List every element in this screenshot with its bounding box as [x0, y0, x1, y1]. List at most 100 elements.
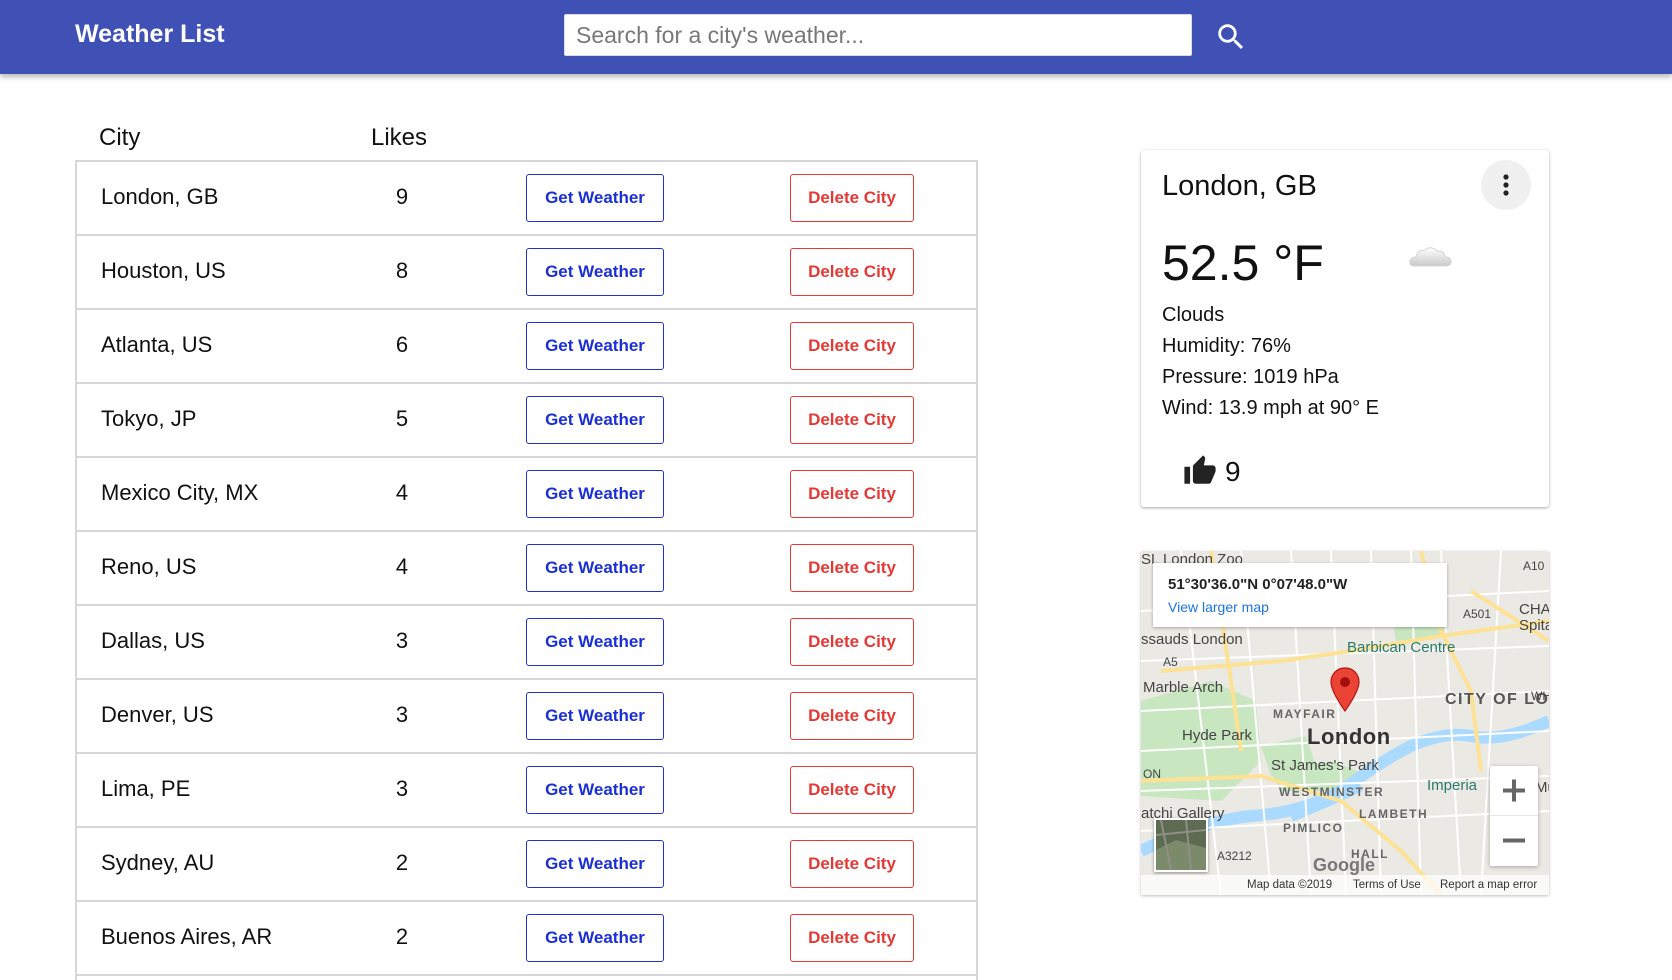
zoom-out-button[interactable]	[1490, 816, 1538, 865]
city-table: London, GB 9 Get Weather Delete City Houston…	[75, 160, 978, 980]
delete-city-button[interactable]: Delete City	[790, 174, 914, 222]
map-label-spita: Spita	[1519, 617, 1549, 634]
map-coordinates: 51°30'36.0"N 0°07'48.0"W	[1168, 576, 1348, 593]
map-label-a5: A5	[1163, 655, 1178, 669]
delete-city-button[interactable]: Delete City	[790, 914, 914, 962]
search-input[interactable]	[564, 14, 1192, 56]
row-city-name: Buenos Aires, AR	[101, 924, 273, 949]
row-city-name: London, GB	[101, 184, 219, 209]
get-weather-button[interactable]: Get Weather	[526, 618, 664, 666]
table-row: Denver, US 3 Get Weather Delete City	[77, 680, 976, 754]
map-data-credit: Map data ©2019	[1247, 879, 1333, 891]
row-likes-count: 5	[395, 406, 409, 431]
map-label-barbican: Barbican Centre	[1347, 639, 1456, 656]
satellite-toggle[interactable]	[1154, 818, 1208, 872]
get-weather-button[interactable]: Get Weather	[526, 544, 664, 592]
row-city-name: Atlanta, US	[101, 332, 213, 357]
map-label-pimlico: PIMLICO	[1283, 821, 1344, 835]
view-larger-map-link[interactable]: View larger map	[1168, 599, 1269, 615]
delete-city-button[interactable]: Delete City	[790, 692, 914, 740]
wind: Wind: 13.9 mph at 90° E	[1162, 397, 1380, 419]
table-row: Tokyo, JP 5 Get Weather Delete City	[77, 384, 976, 458]
get-weather-button[interactable]: Get Weather	[526, 840, 664, 888]
delete-city-button[interactable]: Delete City	[790, 322, 914, 370]
zoom-controls	[1490, 766, 1538, 866]
column-header-city: City	[99, 124, 141, 151]
terms-of-use-link[interactable]: Terms of Use	[1353, 879, 1421, 891]
map-label-mayfair: MAYFAIR	[1273, 707, 1337, 721]
row-city-name: Dallas, US	[101, 628, 205, 653]
satellite-thumbnail-icon	[1155, 819, 1207, 871]
weather-card: London, GB 52.5 °F Clouds Humidity: 76% …	[1141, 150, 1549, 507]
map-label-a3212: A3212	[1217, 849, 1252, 863]
row-city-name: Lima, PE	[101, 776, 191, 801]
get-weather-button[interactable]: Get Weather	[526, 322, 664, 370]
row-city-name: Reno, US	[101, 554, 197, 579]
table-row: Lima, PE 3 Get Weather Delete City	[77, 754, 976, 828]
more-vert-icon	[1503, 174, 1509, 196]
get-weather-button[interactable]: Get Weather	[526, 692, 664, 740]
delete-city-button[interactable]: Delete City	[790, 766, 914, 814]
plus-icon	[1503, 779, 1525, 802]
delete-city-button[interactable]: Delete City	[790, 396, 914, 444]
map-pin-icon[interactable]	[1329, 667, 1361, 713]
humidity: Humidity: 76%	[1162, 335, 1291, 357]
search-button[interactable]	[1214, 20, 1248, 54]
thumb-up-icon	[1184, 455, 1216, 484]
like-count: 9	[1225, 456, 1241, 487]
row-likes-count: 3	[395, 776, 409, 801]
map-label-tussauds: ssauds London	[1141, 631, 1243, 648]
get-weather-button[interactable]: Get Weather	[526, 248, 664, 296]
google-logo: Google	[1313, 855, 1375, 875]
table-row: London, GB 9 Get Weather Delete City	[77, 162, 976, 236]
get-weather-button[interactable]: Get Weather	[526, 396, 664, 444]
row-likes-count: 8	[395, 258, 409, 283]
minus-icon	[1503, 838, 1525, 843]
row-city-name: Denver, US	[101, 702, 214, 727]
table-row: Sydney, AU 2 Get Weather Delete City	[77, 828, 976, 902]
map-label-westminster: WESTMINSTER	[1279, 785, 1385, 799]
map-label-imperial: Imperia	[1427, 777, 1478, 794]
delete-city-button[interactable]: Delete City	[790, 618, 914, 666]
table-row: Buenos Aires, AR 2 Get Weather Delete City	[77, 902, 976, 976]
search-icon	[1218, 24, 1244, 50]
map-label-on: ON	[1143, 767, 1161, 781]
like-button[interactable]	[1183, 454, 1217, 488]
row-city-name: Tokyo, JP	[101, 406, 197, 431]
card-city-name: London, GB	[1162, 170, 1317, 202]
temperature: 52.5 °F	[1162, 235, 1324, 291]
map-label-cha: CHA	[1519, 601, 1549, 618]
row-likes-count: 3	[395, 702, 409, 727]
get-weather-button[interactable]: Get Weather	[526, 914, 664, 962]
delete-city-button[interactable]: Delete City	[790, 840, 914, 888]
cloud-icon	[1409, 247, 1452, 267]
row-likes-count: 2	[395, 924, 409, 949]
get-weather-button[interactable]: Get Weather	[526, 766, 664, 814]
delete-city-button[interactable]: Delete City	[790, 544, 914, 592]
row-likes-count: 2	[395, 850, 409, 875]
row-likes-count: 9	[395, 184, 409, 209]
column-header-likes: Likes	[371, 124, 428, 151]
table-row: Mexico City, MX 4 Get Weather Delete City	[77, 458, 976, 532]
delete-city-button[interactable]: Delete City	[790, 248, 914, 296]
table-row: Houston, US 8 Get Weather Delete City	[77, 236, 976, 310]
row-likes-count: 3	[395, 628, 409, 653]
table-row: Dallas, US 3 Get Weather Delete City	[77, 606, 976, 680]
report-map-error-link[interactable]: Report a map error	[1440, 879, 1537, 891]
get-weather-button[interactable]: Get Weather	[526, 470, 664, 518]
row-likes-count: 4	[395, 554, 409, 579]
card-menu-button[interactable]	[1481, 160, 1531, 210]
delete-city-button[interactable]: Delete City	[790, 470, 914, 518]
map-label-hyde-park: Hyde Park	[1182, 727, 1253, 744]
get-weather-button[interactable]: Get Weather	[526, 174, 664, 222]
map-label-a10: A10	[1523, 559, 1545, 573]
zoom-in-button[interactable]	[1490, 766, 1538, 816]
map-label-st-james: St James's Park	[1271, 757, 1379, 774]
map[interactable]: SL London Zoo ssauds London Barbican Cen…	[1141, 551, 1549, 895]
map-label-wh: WH	[1531, 689, 1549, 703]
row-likes-count: 4	[395, 480, 409, 505]
map-label-city-of-london: CITY OF LONDON	[1445, 691, 1549, 708]
pressure: Pressure: 1019 hPa	[1162, 366, 1339, 388]
row-city-name: Sydney, AU	[101, 850, 215, 875]
map-label-london: London	[1307, 724, 1391, 749]
